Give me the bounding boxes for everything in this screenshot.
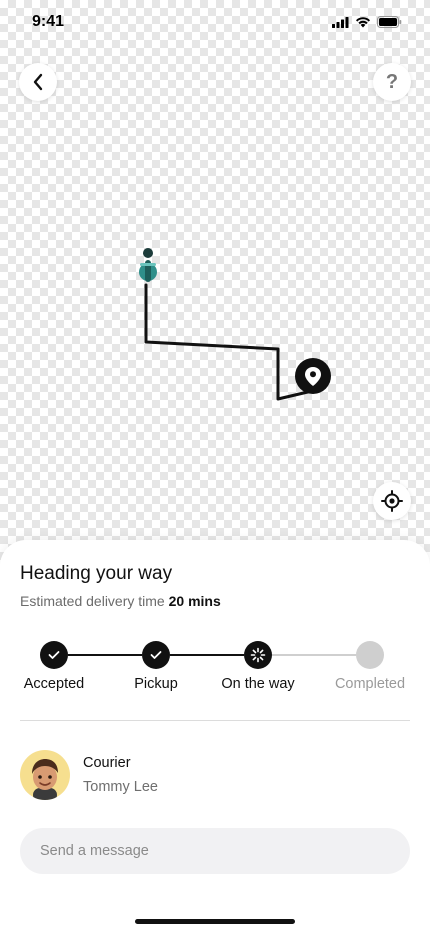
step-label: Pickup xyxy=(134,676,178,692)
status-time: 9:41 xyxy=(32,13,65,30)
step-connector xyxy=(272,654,356,656)
step-connector xyxy=(68,654,142,656)
courier-name: Tommy Lee xyxy=(83,779,158,795)
step-completed-indicator xyxy=(356,641,384,669)
battery-icon xyxy=(377,16,402,28)
help-button[interactable]: ? xyxy=(373,63,411,101)
route-line xyxy=(144,283,314,401)
status-icons xyxy=(332,16,402,28)
check-icon xyxy=(150,651,162,659)
route-overlay xyxy=(139,248,331,401)
loading-spinner-icon xyxy=(250,647,266,663)
divider xyxy=(20,720,410,721)
courier-role: Courier xyxy=(83,755,131,771)
eta-value: 20 mins xyxy=(168,593,221,609)
delivery-sheet: Heading your way Estimated delivery time… xyxy=(0,540,430,932)
step-label: Accepted xyxy=(23,676,85,692)
locate-me-button[interactable] xyxy=(373,482,411,520)
step-connector xyxy=(170,654,244,656)
message-input[interactable] xyxy=(20,828,410,874)
step-label: On the way xyxy=(221,676,295,692)
step-pickup-indicator xyxy=(142,641,170,669)
signal-icon xyxy=(332,16,349,28)
chevron-left-icon xyxy=(33,73,43,91)
back-button[interactable] xyxy=(19,63,57,101)
check-icon xyxy=(48,651,60,659)
eta-label: Estimated delivery time xyxy=(20,593,165,609)
home-indicator[interactable] xyxy=(135,919,295,924)
step-accepted-indicator xyxy=(40,641,68,669)
courier-avatar-image xyxy=(32,759,58,800)
delivery-title: Heading your way xyxy=(20,563,173,584)
crosshair-icon xyxy=(381,490,403,512)
step-label: Completed xyxy=(334,676,406,692)
courier-marker xyxy=(139,248,157,282)
courier-avatar[interactable] xyxy=(20,750,70,800)
wifi-icon xyxy=(356,17,370,28)
status-bar: 9:41 xyxy=(0,0,430,44)
question-icon: ? xyxy=(385,70,399,93)
destination-pin-icon xyxy=(295,358,331,394)
eta-row: Estimated delivery time 20 mins xyxy=(20,593,221,609)
step-on-the-way-indicator xyxy=(244,641,272,669)
